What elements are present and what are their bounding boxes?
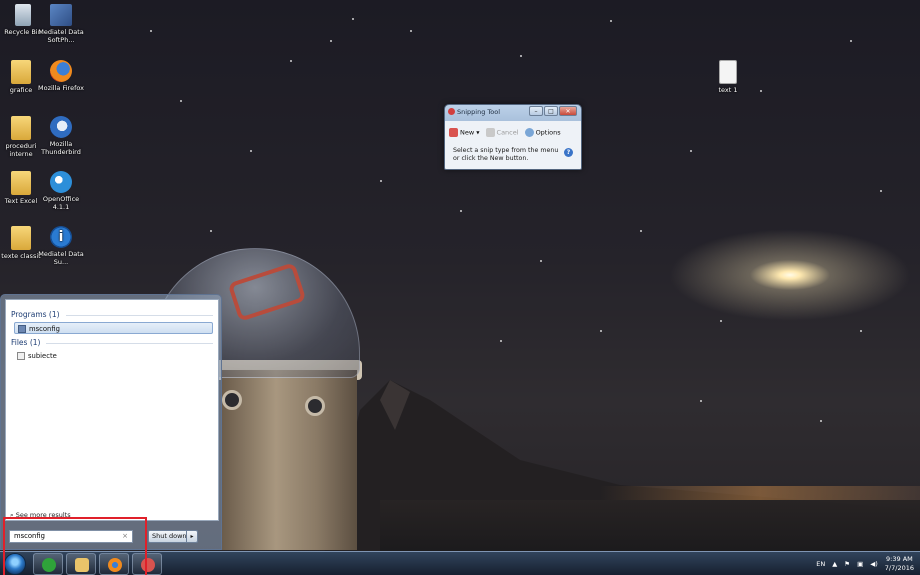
foreground-hills (380, 500, 920, 555)
desktop-icon-label: Mozilla Firefox (38, 84, 84, 92)
openoffice-icon (50, 171, 72, 193)
annotation-highlight-box (3, 517, 147, 575)
divider (46, 343, 213, 344)
mediatel-softphone-icon (50, 4, 72, 26)
folder-icon (11, 60, 31, 84)
msconfig-icon (18, 325, 26, 333)
help-icon[interactable]: ? (564, 148, 573, 157)
folder-icon (11, 116, 31, 140)
desktop-icon-text-1[interactable]: text 1 (703, 60, 753, 94)
desktop-icon-openoffice[interactable]: OpenOffice 4.1.1 (36, 171, 86, 211)
system-tray: EN ▲ ⚑ ▣ ◀) 9:39 AM 7/7/2016 (816, 552, 914, 575)
shutdown-label: Shut down (152, 532, 187, 540)
folder-icon (11, 171, 31, 195)
volume-icon[interactable]: ◀) (870, 560, 878, 568)
window-controls: – □ ✕ (529, 106, 577, 116)
observatory-building (222, 370, 357, 550)
close-button[interactable]: ✕ (559, 106, 577, 116)
result-item-subiecte[interactable]: subiecte (14, 350, 57, 362)
desktop-icon-label: Mozilla Thunderbird (41, 140, 81, 156)
options-button[interactable]: Options (524, 127, 561, 137)
desktop-icon-label: Mediatel Data Su... (38, 250, 84, 266)
gear-icon (524, 127, 534, 137)
programs-heading[interactable]: Programs (1) (11, 310, 60, 319)
instruction-text: Select a snip type from the menu or clic… (453, 147, 559, 162)
observatory-porthole (305, 396, 325, 416)
desktop-icon-firefox[interactable]: Mozilla Firefox (36, 60, 86, 92)
mediatel-info-icon: i (50, 226, 72, 248)
thunderbird-icon (50, 116, 72, 138)
minimize-button[interactable]: – (529, 106, 543, 116)
desktop-icon-mediatel-data[interactable]: i Mediatel Data Su... (36, 226, 86, 266)
result-label: subiecte (28, 352, 57, 360)
snipping-tool-icon (448, 108, 455, 115)
snipping-toolbar: New ▾ Cancel Options (449, 125, 577, 139)
cancel-label: Cancel (496, 128, 519, 136)
firefox-icon (50, 60, 72, 82)
show-hidden-icons-icon[interactable]: ▲ (832, 560, 837, 568)
language-indicator[interactable]: EN (816, 560, 825, 568)
clock-date: 7/7/2016 (884, 564, 914, 572)
maximize-button[interactable]: □ (544, 106, 558, 116)
document-icon (17, 352, 25, 360)
window-title: Snipping Tool (457, 108, 501, 116)
shutdown-options-arrow-icon[interactable]: ▸ (186, 530, 198, 543)
network-icon[interactable]: ▣ (857, 560, 863, 568)
snipping-tool-window[interactable]: Snipping Tool – □ ✕ New ▾ Cancel Options… (444, 104, 582, 170)
options-label: Options (535, 128, 561, 136)
shutdown-button[interactable]: Shut down ▸ (148, 530, 198, 543)
divider (66, 315, 213, 316)
clock-time: 9:39 AM (886, 555, 913, 563)
recycle-bin-icon (15, 4, 31, 26)
new-label: New (460, 128, 475, 136)
desktop-icon-label: OpenOffice 4.1.1 (42, 195, 80, 211)
folder-icon (11, 226, 31, 250)
new-snip-button[interactable]: New ▾ (449, 127, 480, 137)
search-results-panel: Programs (1) msconfig Files (1) subiecte (5, 299, 219, 521)
observatory-porthole (222, 390, 242, 410)
result-item-msconfig[interactable]: msconfig (14, 322, 213, 334)
result-label: msconfig (29, 325, 60, 333)
clock[interactable]: 9:39 AM 7/7/2016 (885, 555, 914, 573)
horizon-clouds (600, 486, 920, 500)
scissors-icon (449, 127, 458, 137)
files-heading[interactable]: Files (1) (11, 338, 40, 347)
action-center-flag-icon[interactable]: ⚑ (844, 560, 850, 568)
desktop-icon-label: Mediatel Data SoftPh... (38, 28, 84, 44)
cancel-snip-button[interactable]: Cancel (485, 127, 519, 137)
desktop-icon-mediatel-softphone[interactable]: Mediatel Data SoftPh... (36, 4, 86, 44)
cancel-icon (485, 127, 495, 137)
desktop-icon-thunderbird[interactable]: Mozilla Thunderbird (36, 116, 86, 156)
start-menu: Programs (1) msconfig Files (1) subiecte… (0, 294, 222, 550)
new-dropdown-arrow-icon[interactable]: ▾ (476, 128, 479, 136)
text-document-icon (719, 60, 737, 84)
desktop-icon-label: text 1 (718, 86, 738, 94)
